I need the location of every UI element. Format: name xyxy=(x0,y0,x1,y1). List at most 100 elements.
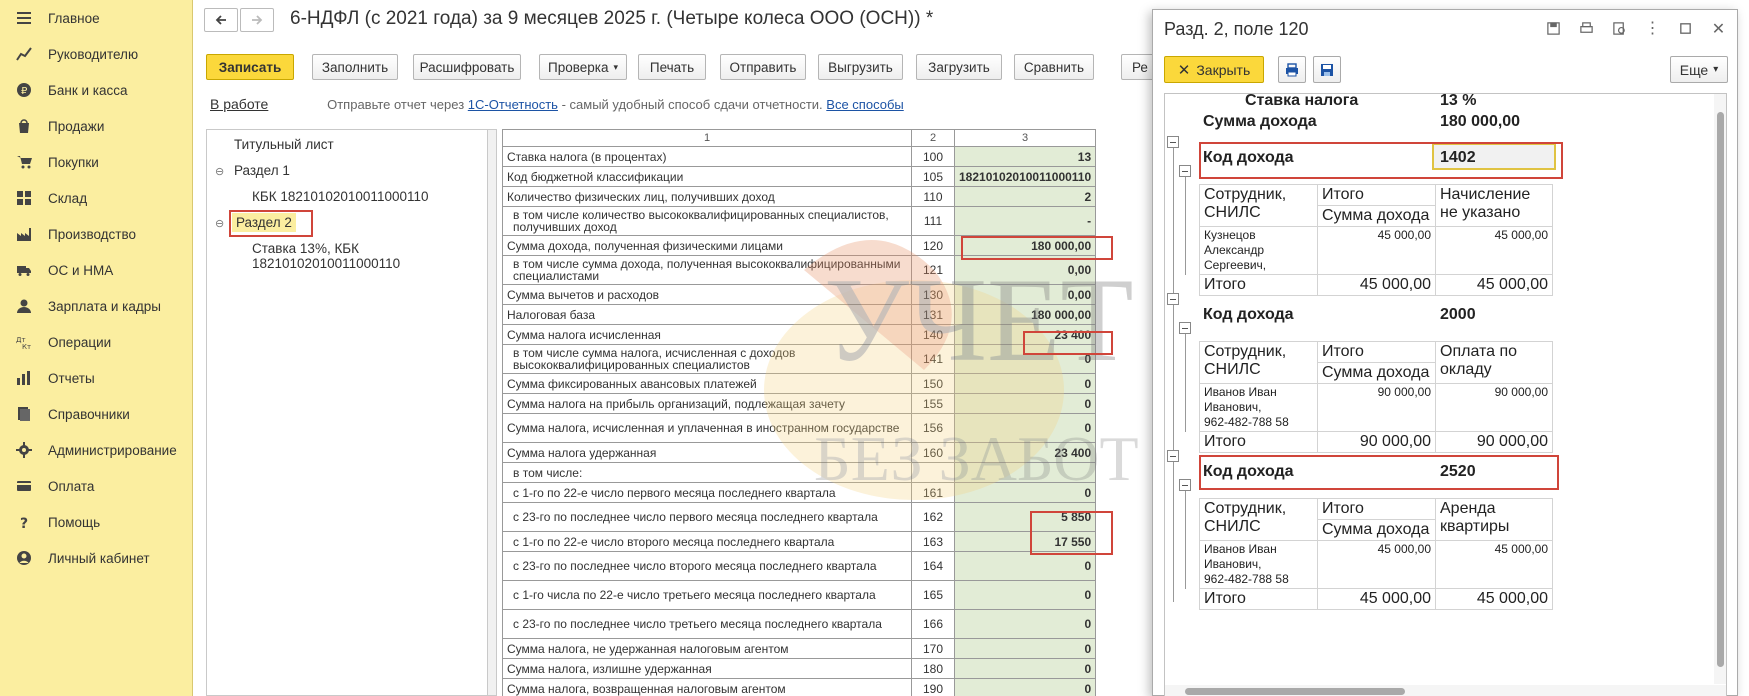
decode-button[interactable]: Расшифровать xyxy=(413,54,521,80)
back-button[interactable] xyxy=(204,8,238,32)
download-button[interactable]: Загрузить xyxy=(916,54,1002,80)
close-window-icon[interactable]: ✕ xyxy=(1710,20,1727,38)
tree-item-section2[interactable]: Раздел 2 xyxy=(232,213,296,232)
row-value[interactable]: 0 xyxy=(953,658,1097,679)
row-value[interactable]: 0 xyxy=(953,580,1097,610)
row-value[interactable]: 180 000,00 xyxy=(953,235,1097,256)
sidebar-item[interactable]: Склад xyxy=(0,180,192,216)
row-name: Сумма налога, не удержанная налоговым аг… xyxy=(502,638,912,659)
tree-item-title-page[interactable]: Титульный лист xyxy=(234,137,334,152)
report-horizontal-scrollbar[interactable] xyxy=(1165,685,1726,696)
print-button[interactable]: Печать xyxy=(638,54,706,80)
income-code-value: 2520 xyxy=(1440,463,1476,480)
sidebar-item[interactable]: Личный кабинет xyxy=(0,540,192,576)
forward-button[interactable] xyxy=(240,8,274,32)
collapse-toggle-icon[interactable] xyxy=(1167,293,1179,305)
row-value[interactable]: 0 xyxy=(953,344,1097,374)
tree-item-rate-line1[interactable]: Ставка 13%, КБК xyxy=(252,241,359,256)
sidebar-item[interactable]: Зарплата и кадры xyxy=(0,288,192,324)
row-value[interactable]: 23 400 xyxy=(953,442,1097,463)
row-value[interactable]: 2 xyxy=(953,186,1097,207)
sidebar-item[interactable]: ₽ Банк и касса xyxy=(0,72,192,108)
sidebar-item[interactable]: Главное xyxy=(0,0,192,36)
status-in-work-link[interactable]: В работе xyxy=(210,96,268,112)
save-button[interactable]: Записать xyxy=(206,54,294,80)
row-name: Сумма дохода, полученная физическими лиц… xyxy=(502,235,912,256)
sidebar-item[interactable]: Администрирование xyxy=(0,432,192,468)
tree-item-rate-line2[interactable]: 18210102010011000110 xyxy=(252,256,400,271)
upload-button[interactable]: Выгрузить xyxy=(818,54,903,80)
row-value[interactable]: 0 xyxy=(953,393,1097,414)
sidebar-item[interactable]: Покупки xyxy=(0,144,192,180)
tree-item-kbk1[interactable]: КБК 18210102010011000110 xyxy=(252,189,429,204)
scroll-thumb[interactable] xyxy=(1185,688,1405,695)
scroll-thumb[interactable] xyxy=(1717,112,1724,667)
employee-cell[interactable]: Иванов Иван Иванович, 962-482-788 58 xyxy=(1199,383,1318,432)
table-row: с 1-го по 22-е число второго месяца посл… xyxy=(502,531,1097,552)
printer-icon[interactable] xyxy=(1578,20,1595,37)
row-value[interactable] xyxy=(953,462,1097,483)
compare-button[interactable]: Сравнить xyxy=(1014,54,1094,80)
tree-scrollbar[interactable] xyxy=(487,129,497,696)
collapse-toggle-icon[interactable] xyxy=(1179,165,1191,177)
employee-amount[interactable]: 45 000,00 xyxy=(1317,226,1436,275)
sidebar-item[interactable]: Руководителю xyxy=(0,36,192,72)
employee-amount[interactable]: 90 000,00 xyxy=(1317,383,1436,432)
row-value[interactable]: 0 xyxy=(953,678,1097,696)
report-vertical-scrollbar[interactable] xyxy=(1714,94,1726,684)
row-value[interactable]: 13 xyxy=(953,146,1097,167)
row-value[interactable]: 23 400 xyxy=(953,324,1097,345)
row-value[interactable]: 18210102010011000110 xyxy=(953,166,1097,187)
sidebar-item[interactable]: ? Помощь xyxy=(0,504,192,540)
row-value[interactable]: 0 xyxy=(953,551,1097,581)
employee-cell[interactable]: Иванов Иван Иванович, 962-482-788 58 xyxy=(1199,540,1318,589)
1c-reporting-link[interactable]: 1С-Отчетность xyxy=(468,97,558,112)
fill-button[interactable]: Заполнить xyxy=(312,54,398,80)
rate-value: 13 % xyxy=(1440,93,1477,109)
row-value[interactable]: 17 550 xyxy=(953,531,1097,552)
sidebar-item-label: Личный кабинет xyxy=(48,550,150,566)
row-value[interactable]: 0 xyxy=(953,609,1097,639)
collapse-toggle-icon[interactable] xyxy=(1179,479,1191,491)
sidebar-item[interactable]: Оплата xyxy=(0,468,192,504)
collapse-toggle-icon[interactable] xyxy=(1167,450,1179,462)
collapse-toggle-icon[interactable] xyxy=(1167,136,1179,148)
employee-accrual-amount[interactable]: 45 000,00 xyxy=(1435,226,1553,275)
sidebar-item[interactable]: Продажи xyxy=(0,108,192,144)
collapse-toggle-icon[interactable] xyxy=(1179,322,1191,334)
employee-amount[interactable]: 45 000,00 xyxy=(1317,540,1436,589)
row-value[interactable]: 0,00 xyxy=(953,284,1097,305)
sidebar-item[interactable]: Справочники xyxy=(0,396,192,432)
check-dropdown-button[interactable]: Проверка ▾ xyxy=(539,54,627,80)
kebab-menu-icon[interactable]: ⋮ xyxy=(1644,20,1661,37)
employee-cell[interactable]: Кузнецов Александр Сергеевич, xyxy=(1199,226,1318,275)
employee-accrual-amount[interactable]: 45 000,00 xyxy=(1435,540,1553,589)
more-button[interactable]: Еще ▾ xyxy=(1670,56,1728,83)
employee-accrual-amount[interactable]: 90 000,00 xyxy=(1435,383,1553,432)
sidebar-item[interactable]: ОС и НМА xyxy=(0,252,192,288)
row-value[interactable]: 0 xyxy=(953,413,1097,443)
maximize-icon[interactable] xyxy=(1677,20,1694,37)
print-button[interactable] xyxy=(1278,56,1306,83)
row-value[interactable]: 0 xyxy=(953,373,1097,394)
save-file-button[interactable] xyxy=(1313,56,1341,83)
sidebar-item[interactable]: Производство xyxy=(0,216,192,252)
tree-item-section1[interactable]: Раздел 1 xyxy=(234,163,290,178)
row-name: Сумма налога, излишне удержанная xyxy=(502,658,912,679)
row-value[interactable]: 5 850 xyxy=(953,502,1097,532)
save-icon[interactable] xyxy=(1545,20,1562,37)
row-value[interactable]: 0,00 xyxy=(953,255,1097,285)
collapse-icon[interactable]: ⊖ xyxy=(215,165,224,178)
close-button[interactable]: ✕ Закрыть xyxy=(1164,56,1264,83)
row-value[interactable]: 180 000,00 xyxy=(953,304,1097,325)
preview-icon[interactable] xyxy=(1611,20,1628,37)
row-name: с 23-го по последнее число второго месяц… xyxy=(502,551,912,581)
collapse-icon[interactable]: ⊖ xyxy=(215,217,224,230)
sidebar-item[interactable]: Дт Кт Операции xyxy=(0,324,192,360)
row-value[interactable]: - xyxy=(953,206,1097,236)
row-value[interactable]: 0 xyxy=(953,638,1097,659)
sidebar-item[interactable]: Отчеты xyxy=(0,360,192,396)
row-value[interactable]: 0 xyxy=(953,482,1097,503)
all-ways-link[interactable]: Все способы xyxy=(826,97,903,112)
send-button[interactable]: Отправить xyxy=(720,54,806,80)
